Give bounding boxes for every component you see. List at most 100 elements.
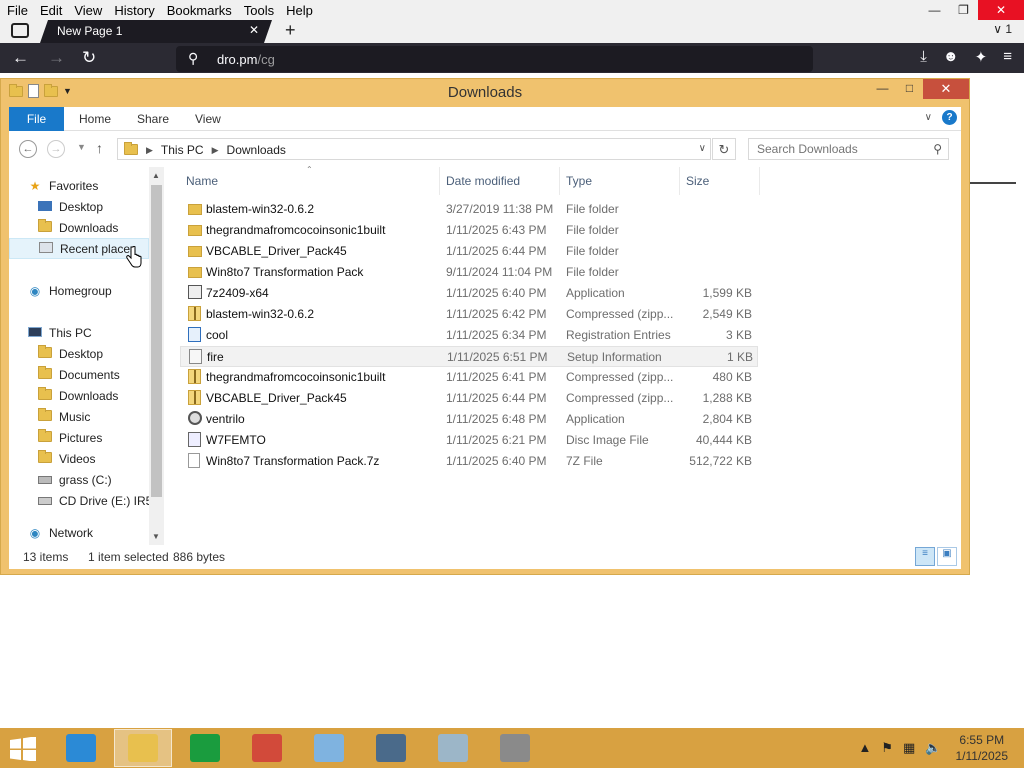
file-row[interactable]: W7FEMTO 1/11/2025 6:21 PM Disc Image File 4… xyxy=(180,430,758,451)
search-input[interactable] xyxy=(749,139,919,159)
taskbar-app-speaker[interactable] xyxy=(486,729,544,767)
file-name: VBCABLE_Driver_Pack45 xyxy=(206,244,347,258)
taskbar-file-explorer[interactable] xyxy=(114,729,172,767)
menu-edit[interactable]: Edit xyxy=(37,3,65,18)
menu-view[interactable]: View xyxy=(71,3,105,18)
url-bar[interactable]: ⚲ dro.pm/cg xyxy=(176,46,813,72)
file-row[interactable]: fire 1/11/2025 6:51 PM Setup Information 1 … xyxy=(180,346,758,367)
firefox-navbar: ← → ↻ ⚲ dro.pm/cg ⤓ ☻ ✦ ≡ xyxy=(0,43,1024,73)
volume-icon[interactable]: 🔈 xyxy=(925,740,941,756)
nav-favorites[interactable]: ★ Favorites xyxy=(27,175,164,196)
file-row[interactable]: blastem-win32-0.6.2 1/11/2025 6:42 PM Comp… xyxy=(180,304,758,325)
action-center-flag-icon[interactable]: ⚑ xyxy=(881,740,893,756)
scroll-down-icon[interactable]: ▼ xyxy=(152,532,160,541)
nav-pc-desktop[interactable]: Desktop xyxy=(37,343,164,364)
tab-overview-icon[interactable] xyxy=(11,23,29,38)
clock[interactable]: 6:55 PM 1/11/2025 xyxy=(956,732,1009,764)
taskbar-app-monitor[interactable] xyxy=(424,729,482,767)
restore-icon[interactable]: ❐ xyxy=(949,0,978,20)
taskbar-store[interactable] xyxy=(176,729,234,767)
file-row[interactable]: ventrilo 1/11/2025 6:48 PM Application 2,80… xyxy=(180,409,758,430)
taskbar-app-red[interactable] xyxy=(238,729,296,767)
new-tab-icon[interactable]: + xyxy=(285,20,296,41)
column-date-modified[interactable]: Date modified xyxy=(440,167,560,195)
nav-cd-drive[interactable]: CD Drive (E:) IR5_ xyxy=(37,490,164,511)
file-row[interactable]: cool 1/11/2025 6:34 PM Registration Entrie… xyxy=(180,325,758,346)
file-row[interactable]: blastem-win32-0.6.2 3/27/2019 11:38 PM Fil… xyxy=(180,199,758,220)
close-icon[interactable]: ✕ xyxy=(923,79,969,99)
nav-pc-downloads[interactable]: Downloads xyxy=(37,385,164,406)
minimize-icon[interactable]: — xyxy=(869,79,896,99)
tab-file[interactable]: File xyxy=(9,107,64,131)
network-icon[interactable]: ▦ xyxy=(903,740,915,756)
nav-scrollbar[interactable]: ▲ ▼ xyxy=(149,167,164,545)
nav-downloads[interactable]: Downloads xyxy=(37,217,164,238)
menu-history[interactable]: History xyxy=(111,3,157,18)
explorer-titlebar[interactable]: ▼ Downloads — □ ✕ xyxy=(1,79,969,107)
file-row[interactable]: VBCABLE_Driver_Pack45 1/11/2025 6:44 PM Co… xyxy=(180,388,758,409)
chevron-down-icon[interactable]: ∨ xyxy=(699,143,706,154)
forward-icon[interactable]: → xyxy=(48,48,65,68)
taskbar-ventrilo[interactable] xyxy=(362,729,420,767)
forward-button[interactable]: → xyxy=(47,140,65,158)
windows-start-icon[interactable] xyxy=(8,737,38,761)
close-icon[interactable]: ✕ xyxy=(978,0,1024,20)
breadcrumb-downloads[interactable]: Downloads xyxy=(227,143,286,157)
search-box[interactable]: ⚲ xyxy=(748,138,949,160)
column-size[interactable]: Size xyxy=(680,167,760,195)
column-name[interactable]: Name xyxy=(180,167,440,195)
menu-tools[interactable]: Tools xyxy=(241,3,277,18)
maximize-icon[interactable]: □ xyxy=(896,79,923,99)
show-hidden-icons-icon[interactable]: ▲ xyxy=(858,740,871,756)
menu-file[interactable]: File xyxy=(4,3,31,18)
nav-network[interactable]: ◉ Network xyxy=(27,522,164,543)
nav-this-pc[interactable]: This PC xyxy=(27,322,164,343)
large-icons-view-icon[interactable]: ▣ xyxy=(937,547,957,566)
search-icon[interactable]: ⚲ xyxy=(933,142,942,156)
breadcrumb-this-pc[interactable]: This PC xyxy=(161,143,204,157)
minimize-icon[interactable]: — xyxy=(920,0,949,20)
column-type[interactable]: Type xyxy=(560,167,680,195)
account-icon[interactable]: ☻ xyxy=(943,48,959,66)
hamburger-menu-icon[interactable]: ≡ xyxy=(1003,48,1012,66)
tab-view[interactable]: View xyxy=(195,112,221,126)
recent-locations-icon[interactable]: ▼ xyxy=(77,142,86,152)
file-row[interactable]: VBCABLE_Driver_Pack45 1/11/2025 6:44 PM Fi… xyxy=(180,241,758,262)
taskbar-internet-explorer[interactable] xyxy=(52,729,110,767)
hand-cursor-icon xyxy=(126,246,142,268)
file-row[interactable]: 7z2409-x64 1/11/2025 6:40 PM Application 1,… xyxy=(180,283,758,304)
back-icon[interactable]: ← xyxy=(12,48,29,68)
refresh-icon[interactable]: ↻ xyxy=(712,138,736,160)
back-button[interactable]: ← xyxy=(19,140,37,158)
nav-videos[interactable]: Videos xyxy=(37,448,164,469)
scroll-up-icon[interactable]: ▲ xyxy=(152,171,160,180)
address-bar[interactable]: ▶ This PC ▶ Downloads ∨ xyxy=(117,138,711,160)
tab-new-page[interactable]: New Page 1 ✕ xyxy=(40,20,272,43)
file-row[interactable]: thegrandmafromcocoinsonic1built 1/11/2025… xyxy=(180,220,758,241)
nav-drive-c[interactable]: grass (C:) xyxy=(37,469,164,490)
tab-title: New Page 1 xyxy=(57,24,123,38)
expand-ribbon-icon[interactable]: ∨ xyxy=(925,112,932,123)
up-arrow-icon[interactable]: ↑ xyxy=(96,140,103,156)
file-row[interactable]: Win8to7 Transformation Pack 9/11/2024 11:… xyxy=(180,262,758,283)
taskbar-app-blue-folder[interactable] xyxy=(300,729,358,767)
extensions-icon[interactable]: ✦ xyxy=(975,48,988,66)
tabs-list-button[interactable]: ∨ 1 xyxy=(993,22,1012,36)
menu-bookmarks[interactable]: Bookmarks xyxy=(164,3,235,18)
file-row[interactable]: thegrandmafromcocoinsonic1built 1/11/2025… xyxy=(180,367,758,388)
details-view-icon[interactable]: ≡ xyxy=(915,547,935,566)
nav-homegroup[interactable]: ◉ Homegroup xyxy=(27,280,164,301)
help-icon[interactable]: ? xyxy=(942,110,957,125)
tab-home[interactable]: Home xyxy=(79,112,111,126)
tab-close-icon[interactable]: ✕ xyxy=(249,23,259,37)
file-row[interactable]: Win8to7 Transformation Pack.7z 1/11/2025 … xyxy=(180,451,758,472)
tab-share[interactable]: Share xyxy=(137,112,169,126)
menu-help[interactable]: Help xyxy=(283,3,316,18)
downloads-icon[interactable]: ⤓ xyxy=(920,48,927,66)
scroll-thumb[interactable] xyxy=(151,185,162,497)
nav-documents[interactable]: Documents xyxy=(37,364,164,385)
nav-music[interactable]: Music xyxy=(37,406,164,427)
nav-pictures[interactable]: Pictures xyxy=(37,427,164,448)
nav-desktop[interactable]: Desktop xyxy=(37,196,164,217)
reload-icon[interactable]: ↻ xyxy=(82,48,96,68)
